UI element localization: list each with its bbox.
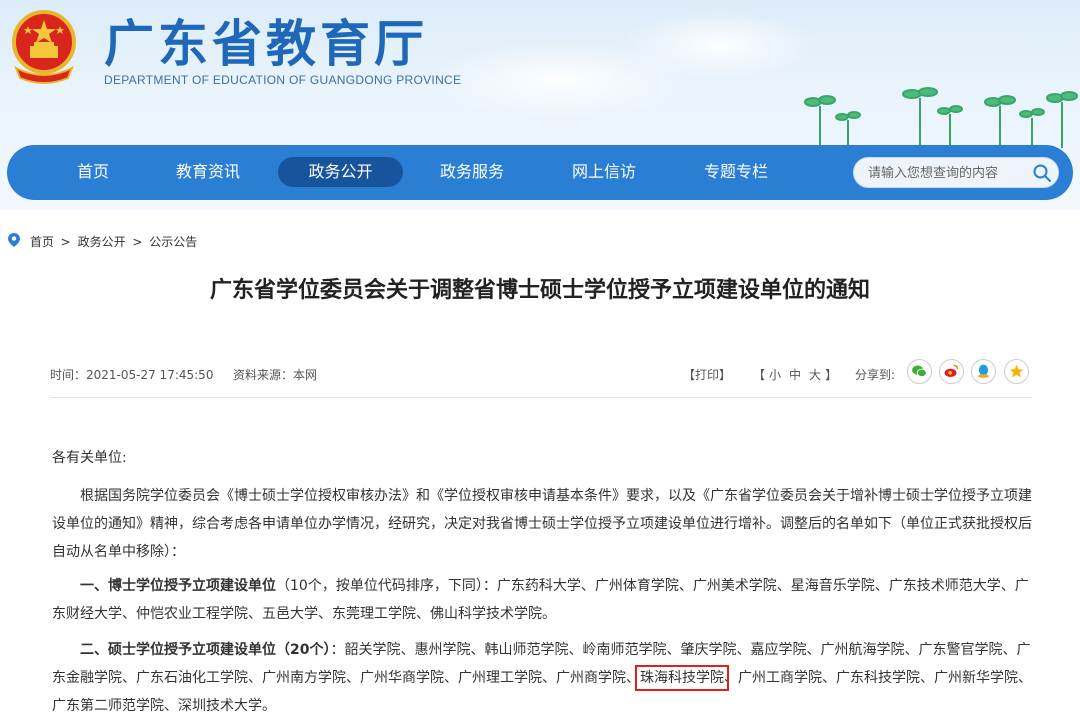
breadcrumb-announcements-link[interactable]: 公示公告 — [149, 235, 197, 249]
masters-heading: 二、硕士学位授予立项建设单位（20个） — [80, 642, 331, 658]
bracket: 【 — [753, 368, 766, 382]
article-source: 资料来源：本网 — [233, 368, 318, 382]
site-header: 广东省教育厅 DEPARTMENT OF EDUCATION OF GUANGD… — [0, 0, 1080, 210]
cloud-decoration — [620, 10, 820, 80]
nav-item-online-petition[interactable]: 网上信访 — [554, 157, 654, 187]
location-pin-icon — [8, 233, 26, 250]
article-meta: 时间：2021-05-27 17:45:50 资料来源：本网 【打印】 【小中大… — [50, 359, 1032, 396]
weibo-icon[interactable] — [939, 359, 964, 384]
wechat-icon[interactable] — [907, 359, 932, 384]
breadcrumb-government-affairs-link[interactable]: 政务公开 — [78, 235, 126, 249]
search-input[interactable] — [868, 164, 1018, 182]
print-button[interactable]: 【打印】 — [683, 366, 731, 383]
share-label: 分享到: — [855, 368, 896, 382]
article-title: 广东省学位委员会关于调整省博士硕士学位授予立项建设单位的通知 — [209, 278, 870, 303]
bracket: 】 — [825, 368, 838, 382]
doctoral-section: 一、博士学位授予立项建设单位（10个，按单位代码排序，下同）：广东药科大学、广州… — [52, 572, 1032, 628]
nav-item-education-news[interactable]: 教育资讯 — [158, 157, 258, 187]
national-emblem-logo[interactable] — [8, 8, 80, 84]
font-size-small-button[interactable]: 小 — [769, 368, 781, 382]
search-icon[interactable] — [1032, 163, 1052, 183]
masters-section: 二、硕士学位授予立项建设单位（20个）：韶关学院、惠州学院、韩山师范学院、岭南师… — [52, 636, 1032, 720]
highlighted-school: 珠海科技学院 — [635, 665, 729, 691]
nav-item-home[interactable]: 首页 — [57, 157, 129, 187]
qq-icon[interactable] — [971, 359, 996, 384]
site-subtitle: DEPARTMENT OF EDUCATION OF GUANGDONG PRO… — [104, 73, 462, 87]
font-size-large-button[interactable]: 大 — [809, 368, 821, 382]
site-title: 广东省教育厅 — [104, 15, 428, 73]
doctoral-heading: 一、博士学位授予立项建设单位 — [80, 578, 276, 594]
font-size-medium-button[interactable]: 中 — [789, 368, 801, 382]
breadcrumb: 首页 > 政务公开 > 公示公告 — [8, 233, 197, 251]
sprouts-decoration — [804, 87, 1078, 148]
publish-time: 时间：2021-05-27 17:45:50 — [50, 368, 214, 382]
breadcrumb-home-link[interactable]: 首页 — [30, 235, 54, 249]
nav-item-special-topics[interactable]: 专题专栏 — [686, 157, 786, 187]
intro-paragraph: 根据国务院学位委员会《博士硕士学位授权审核办法》和《学位授权审核申请基本条件》要… — [52, 488, 1032, 560]
qzone-icon[interactable] — [1004, 359, 1029, 384]
breadcrumb-separator: > — [132, 234, 143, 249]
nav-item-government-affairs[interactable]: 政务公开 — [278, 157, 403, 187]
main-nav: 首页 教育资讯 政务公开 政务服务 网上信访 专题专栏 — [7, 145, 1073, 200]
nav-item-government-services[interactable]: 政务服务 — [422, 157, 522, 187]
font-size-controls: 【小中大】 — [753, 366, 837, 383]
meta-divider — [50, 397, 1032, 398]
breadcrumb-separator: > — [60, 234, 71, 249]
greeting: 各有关单位: — [52, 450, 127, 466]
search-box — [853, 157, 1059, 188]
